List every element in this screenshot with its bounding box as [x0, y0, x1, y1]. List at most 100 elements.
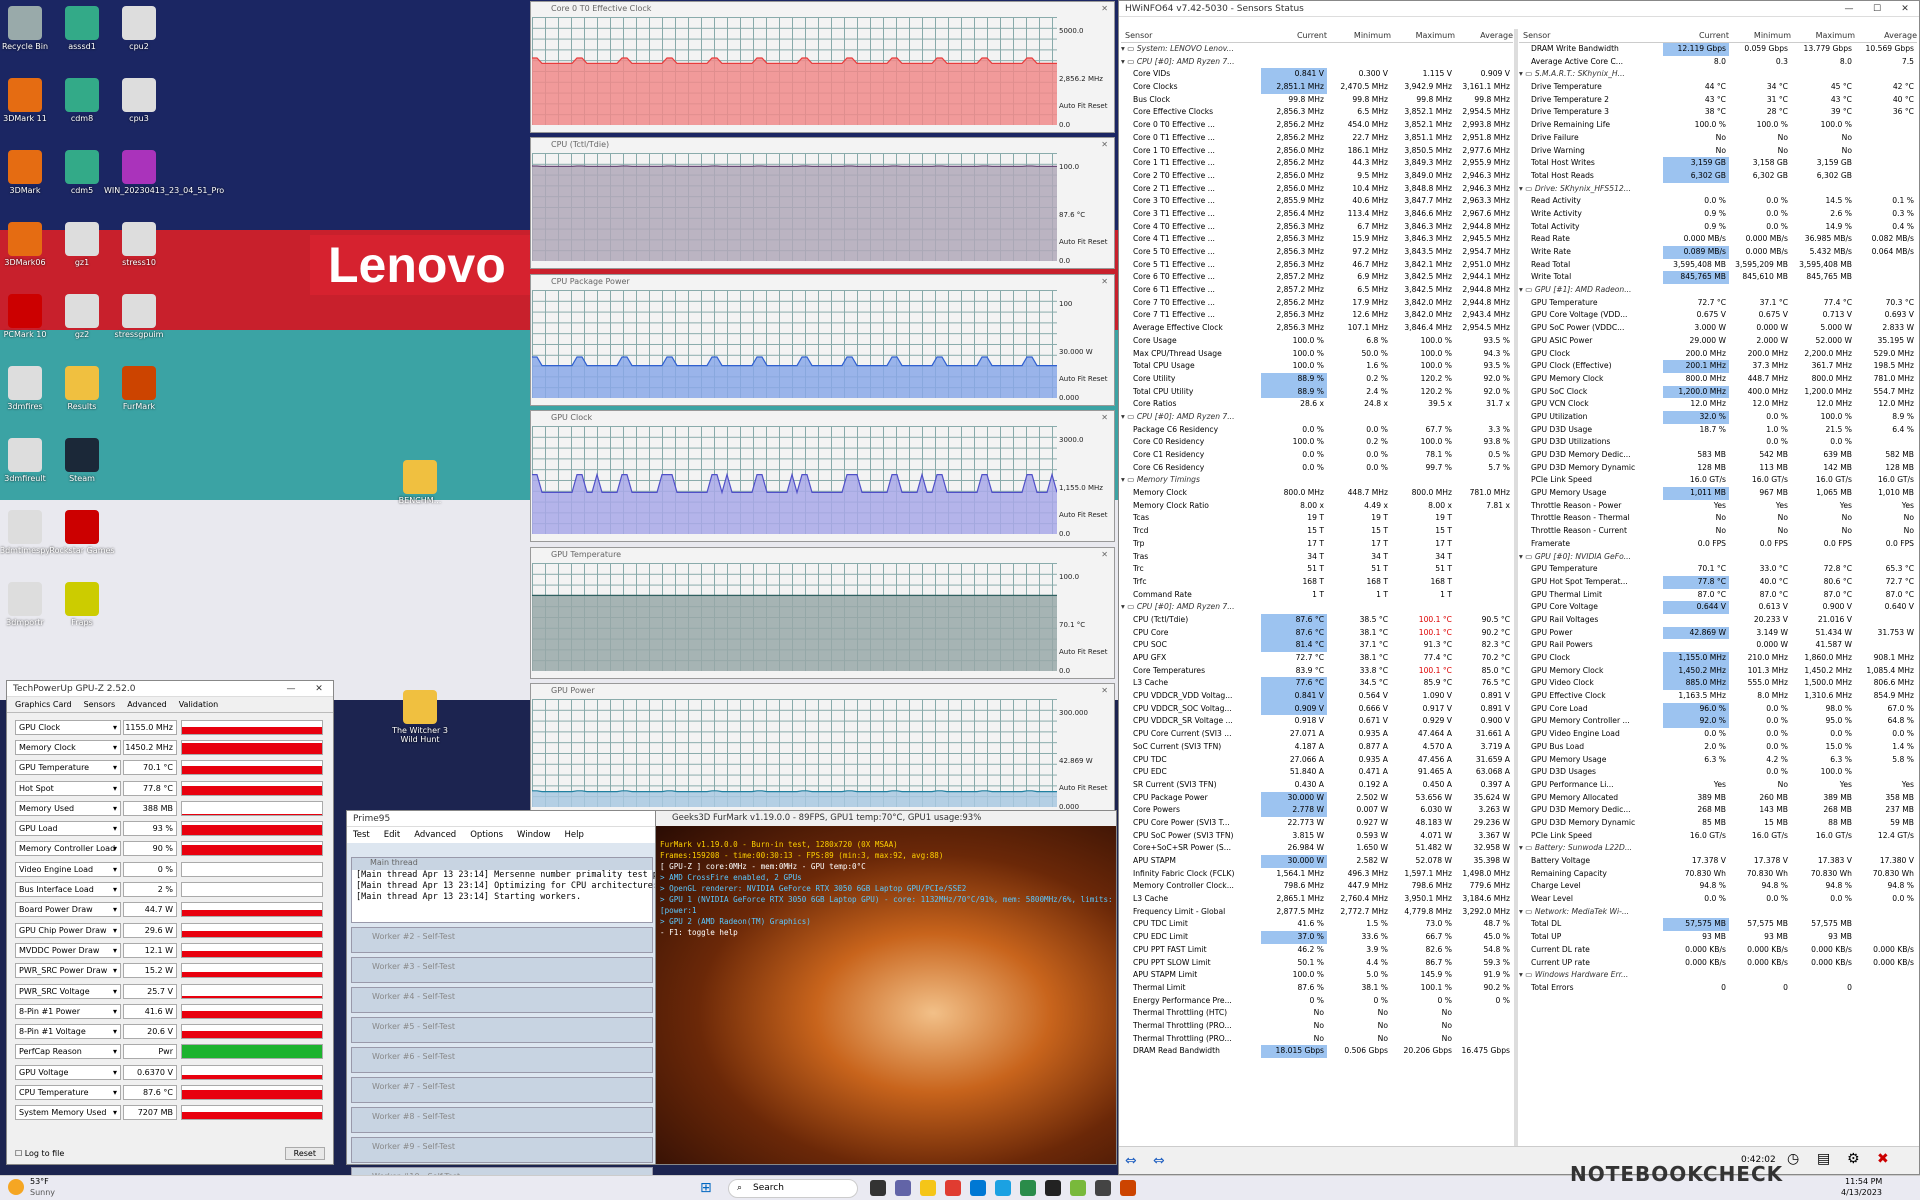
sensor-row[interactable]: CPU VDDCR_SOC Voltag... 0.909 V 0.666 V 0.9… — [1121, 702, 1513, 716]
sensor-row[interactable]: GPU Clock 200.0 MHz 200.0 MHz 2,200.0 MHz 52… — [1519, 348, 1917, 361]
sensor-row[interactable]: GPU Core Load 96.0 % 0.0 % 98.0 % 67.0 % — [1519, 702, 1917, 716]
sensor-row[interactable]: GPU Rail Voltages 20.233 V 21.016 V — [1519, 614, 1917, 627]
sensor-group[interactable]: ▾ ▭ CPU [#0]: AMD Ryzen 7... — [1121, 601, 1513, 614]
sensor-row[interactable]: Core Ratios 28.6 x 24.8 x 39.5 x 31.7 x — [1121, 398, 1513, 411]
sensor-row[interactable]: GPU Bus Load 2.0 % 0.0 % 15.0 % 1.4 % — [1519, 741, 1917, 754]
auto-fit-button[interactable]: Auto Fit — [1059, 511, 1088, 519]
sensor-row[interactable]: GPU SoC Power (VDDC... 3.000 W 0.000 W 5.00… — [1519, 322, 1917, 335]
auto-fit-button[interactable]: Auto Fit — [1059, 238, 1088, 246]
sensor-row[interactable]: Read Rate 0.000 MB/s 0.000 MB/s 36.985 MB/s… — [1519, 233, 1917, 246]
sensor-row[interactable]: Drive Failure No No No — [1519, 132, 1917, 145]
sensor-row[interactable]: CPU Core 87.6 °C 38.1 °C 100.1 °C 90.2 °C — [1121, 626, 1513, 640]
sensor-row[interactable]: GPU VCN Clock 12.0 MHz 12.0 MHz 12.0 MHz 12.… — [1519, 398, 1917, 411]
sensor-selector[interactable]: 8-Pin #1 Power — [15, 1003, 121, 1019]
sensor-group[interactable]: ▾ ▭ System: LENOVO Lenov... — [1121, 43, 1513, 56]
settings-icon[interactable]: ⚙ — [1847, 1151, 1860, 1167]
sensor-group[interactable]: ▾ ▭ Memory Timings — [1121, 474, 1513, 487]
menu-test[interactable]: Test — [353, 827, 370, 843]
sensor-row[interactable]: CPU VDDCR_SR Voltage ... 0.918 V 0.671 V 0.… — [1121, 715, 1513, 728]
sensor-row[interactable]: Core 3 T0 Effective ... 2,855.9 MHz 40.6 M… — [1121, 195, 1513, 208]
sensor-row[interactable]: Total Activity 0.9 % 0.0 % 14.9 % 0.4 % — [1519, 221, 1917, 234]
task-view-icon[interactable] — [870, 1180, 886, 1196]
sensor-row[interactable]: CPU SOC 81.4 °C 37.1 °C 91.3 °C 82.3 °C — [1121, 639, 1513, 652]
sensor-row[interactable]: Trfc 168 T 168 T 168 T — [1121, 576, 1513, 589]
maximize-icon[interactable]: ☐ — [1863, 4, 1891, 14]
sensor-row[interactable]: CPU SoC Power (SVI3 TFN) 3.815 W 0.593 W 4.… — [1121, 830, 1513, 843]
column-divider[interactable] — [1514, 29, 1518, 1146]
sensor-row[interactable]: L3 Cache 2,865.1 MHz 2,760.4 MHz 3,950.1 MH… — [1121, 893, 1513, 906]
minimize-icon[interactable]: — — [1835, 4, 1863, 14]
sensor-row[interactable]: CPU EDC 51.840 A 0.471 A 91.465 A 63.068 A — [1121, 766, 1513, 779]
close-icon[interactable]: ✖ — [1877, 1151, 1889, 1167]
tab-validation[interactable]: Validation — [179, 700, 219, 709]
sensor-row[interactable]: Core 1 T0 Effective ... 2,856.0 MHz 186.1 … — [1121, 145, 1513, 158]
sensor-row[interactable]: Core 2 T1 Effective ... 2,856.0 MHz 10.4 M… — [1121, 183, 1513, 196]
sensor-row[interactable]: Core Effective Clocks 2,856.3 MHz 6.5 MHz 3… — [1121, 106, 1513, 119]
sensor-row[interactable]: Framerate 0.0 FPS 0.0 FPS 0.0 FPS 0.0 FPS — [1519, 538, 1917, 551]
sensor-row[interactable]: GPU Memory Allocated 389 MB 260 MB 389 MB 35… — [1519, 792, 1917, 805]
sensor-selector[interactable]: System Memory Used — [15, 1105, 121, 1121]
store-icon[interactable] — [970, 1180, 986, 1196]
sensor-row[interactable]: GPU Core Voltage 0.644 V 0.613 V 0.900 V 0.6… — [1519, 601, 1917, 614]
auto-fit-button[interactable]: Auto Fit — [1059, 102, 1088, 110]
close-icon[interactable]: ✕ — [305, 684, 333, 694]
sensor-row[interactable]: Average Active Core C... 8.0 0.3 8.0 7.5 — [1519, 56, 1917, 69]
desktop-icon-furmark[interactable]: FurMark — [104, 366, 174, 411]
column-header-current[interactable]: Current — [1261, 29, 1327, 42]
sensor-row[interactable]: SoC Current (SVI3 TFN) 4.187 A 0.877 A 4.57… — [1121, 741, 1513, 754]
close-icon[interactable]: ✕ — [1101, 411, 1108, 425]
sensor-row[interactable]: GPU D3D Memory Dynamic 128 MB 113 MB 142 MB… — [1519, 462, 1917, 475]
sensor-row[interactable]: Command Rate 1 T 1 T 1 T — [1121, 589, 1513, 602]
column-header-maximum[interactable]: Maximum — [1791, 29, 1855, 42]
weather-icon[interactable] — [8, 1179, 24, 1195]
graph-cpu-tctl-tdie[interactable]: CPU (Tctl/Tdie) ✕ 100.0 87.6 °C Auto Fit Res… — [530, 137, 1115, 270]
column-header-current[interactable]: Current — [1663, 29, 1729, 42]
sensor-row[interactable]: APU STAPM Limit 100.0 % 5.0 % 145.9 % 91.9 % — [1121, 969, 1513, 982]
reset-button[interactable]: Reset — [1088, 648, 1108, 656]
gpuz-titlebar[interactable]: TechPowerUp GPU-Z 2.52.0 — ✕ — [7, 681, 333, 697]
sensor-row[interactable]: Core C1 Residency 0.0 % 0.0 % 78.1 % 0.5 % — [1121, 449, 1513, 462]
sensor-selector[interactable]: GPU Clock — [15, 719, 121, 735]
close-icon[interactable]: ✕ — [1101, 275, 1108, 289]
sensor-row[interactable]: Core Clocks 2,851.1 MHz 2,470.5 MHz 3,942.9… — [1121, 81, 1513, 94]
close-icon[interactable]: ✕ — [1101, 138, 1108, 152]
sensor-row[interactable]: Charge Level 94.8 % 94.8 % 94.8 % 94.8 % — [1519, 880, 1917, 893]
sensor-row[interactable]: GPU Memory Usage 1,011 MB 967 MB 1,065 MB 1,… — [1519, 487, 1917, 500]
sensor-group[interactable]: ▾ ▭ Windows Hardware Err... — [1519, 969, 1917, 982]
sensor-row[interactable]: CPU (Tctl/Tdie) 87.6 °C 38.5 °C 100.1 °C 90.… — [1121, 613, 1513, 627]
sensor-row[interactable]: GPU Memory Usage 6.3 % 4.2 % 6.3 % 5.8 % — [1519, 754, 1917, 767]
sensor-row[interactable]: DRAM Read Bandwidth 18.015 Gbps 0.506 Gbps… — [1121, 1045, 1513, 1058]
desktop-icon-stressgpuim[interactable]: stressgpuim — [104, 294, 174, 339]
sensor-row[interactable]: Drive Temperature 2 43 °C 31 °C 43 °C 40 °C — [1519, 94, 1917, 107]
graph-gpu-temperature[interactable]: GPU Temperature ✕ 100.0 70.1 °C Auto Fit Res… — [530, 546, 1115, 679]
sensor-selector[interactable]: Memory Controller Load — [15, 841, 121, 857]
tab-sensors[interactable]: Sensors — [84, 700, 116, 709]
sensor-row[interactable]: Package C6 Residency 0.0 % 0.0 % 67.7 % 3.3 … — [1121, 424, 1513, 437]
sensor-row[interactable]: GPU Performance Li... Yes No Yes Yes — [1519, 779, 1917, 792]
reset-button[interactable]: Reset — [1088, 375, 1108, 383]
sensor-row[interactable]: Core 4 T1 Effective ... 2,856.3 MHz 15.9 M… — [1121, 233, 1513, 246]
sensor-row[interactable]: GPU Video Engine Load 0.0 % 0.0 % 0.0 % 0.0 … — [1519, 728, 1917, 741]
start-icon[interactable]: ⊞ — [700, 1181, 716, 1197]
sensor-row[interactable]: Infinity Fabric Clock (FCLK) 1,564.1 MHz 4… — [1121, 868, 1513, 881]
sensor-group[interactable]: ▾ ▭ GPU [#0]: NVIDIA GeFo... — [1519, 551, 1917, 564]
sensor-row[interactable]: Write Rate 0.089 MB/s 0.000 MB/s 5.432 MB/s… — [1519, 246, 1917, 259]
sensor-row[interactable]: Memory Controller Clock... 798.6 MHz 447.9… — [1121, 880, 1513, 893]
sensor-row[interactable]: Average Effective Clock 2,856.3 MHz 107.1 … — [1121, 322, 1513, 335]
sensor-group[interactable]: ▾ ▭ S.M.A.R.T.: SKhynix_H... — [1519, 68, 1917, 81]
worker-window[interactable]: Worker #4 - Self-Test — [351, 987, 653, 1013]
column-header-maximum[interactable]: Maximum — [1391, 29, 1455, 42]
column-header-minimum[interactable]: Minimum — [1729, 29, 1791, 42]
column-header-sensor[interactable]: Sensor — [1519, 29, 1663, 42]
sensor-selector[interactable]: Memory Used — [15, 800, 121, 816]
hwinfo-icon[interactable] — [1020, 1180, 1036, 1196]
prime95-titlebar[interactable]: Prime95 — [347, 811, 655, 827]
column-header-sensor[interactable]: Sensor — [1121, 29, 1261, 42]
sensor-row[interactable]: Core Utility 88.9 % 0.2 % 120.2 % 92.0 % — [1121, 372, 1513, 386]
sensor-row[interactable]: GPU Memory Clock 800.0 MHz 448.7 MHz 800.0 … — [1519, 373, 1917, 386]
sensor-selector[interactable]: PerfCap Reason — [15, 1044, 121, 1060]
menu-options[interactable]: Options — [470, 827, 503, 843]
sensor-selector[interactable]: GPU Load — [15, 821, 121, 837]
sensor-row[interactable]: Tras 34 T 34 T 34 T — [1121, 551, 1513, 564]
sensor-row[interactable]: Core C6 Residency 0.0 % 0.0 % 99.7 % 5.7 % — [1121, 462, 1513, 475]
